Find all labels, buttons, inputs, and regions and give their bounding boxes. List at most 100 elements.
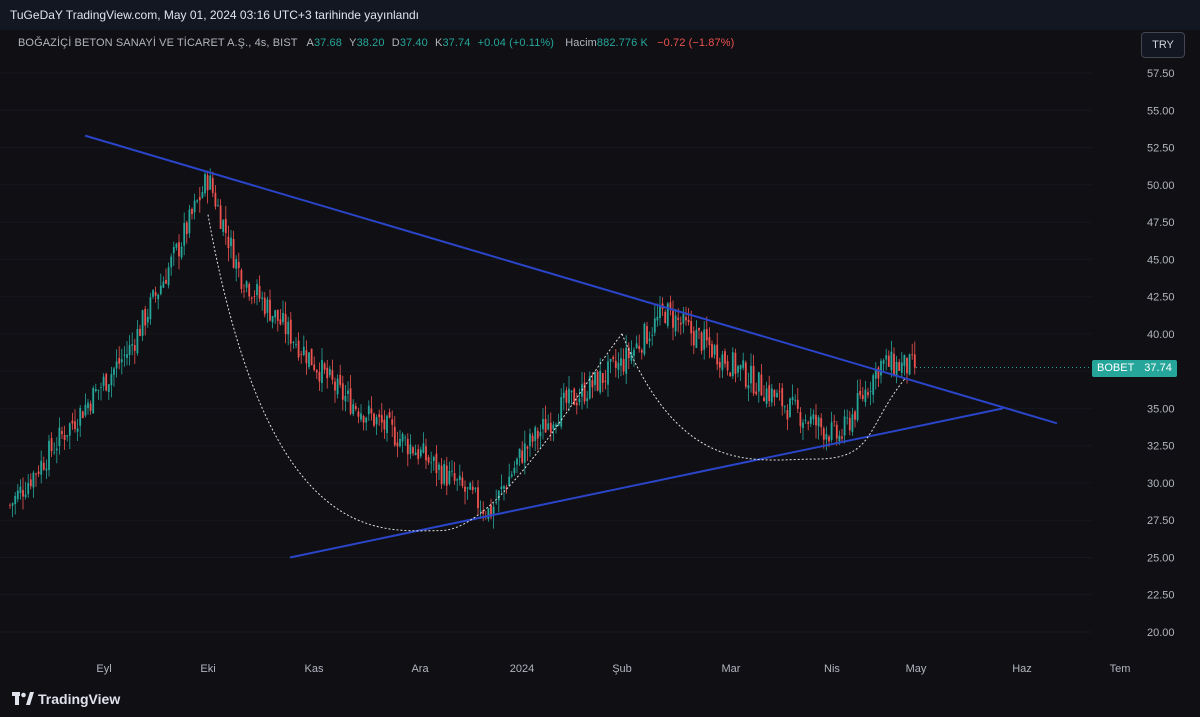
candle-body <box>313 364 316 371</box>
tradingview-logo[interactable]: TradingView <box>12 691 120 707</box>
candle-body <box>344 395 347 402</box>
candle-body <box>295 344 297 346</box>
candle-body <box>539 432 542 437</box>
y-tick-label: 57.50 <box>1147 68 1175 80</box>
candle-body <box>334 381 336 391</box>
candle-body <box>386 415 388 434</box>
candle-body <box>68 423 71 436</box>
candle-body <box>258 285 261 299</box>
candle-body <box>378 414 381 417</box>
candle-body <box>713 345 716 355</box>
footer: TradingView <box>0 683 1200 717</box>
candle-body <box>240 269 243 289</box>
candle-body <box>651 335 654 336</box>
candle-body <box>536 430 539 439</box>
x-tick-label: Tem <box>1110 663 1131 675</box>
candle-body <box>799 412 802 427</box>
candle-body <box>867 392 869 396</box>
candle-body <box>227 236 230 249</box>
candle-body <box>81 411 84 418</box>
candle-body <box>781 388 784 407</box>
candle-body <box>531 435 534 442</box>
candle-body <box>89 403 92 411</box>
candle-body <box>162 281 165 288</box>
candle-body <box>287 321 290 335</box>
candle-body <box>180 246 183 258</box>
y-tick-label: 27.50 <box>1147 515 1175 527</box>
candle-body <box>230 237 232 247</box>
price-chart[interactable]: 57.50 55.00 52.50 50.00 47.50 45.00 42.50 40.00… <box>0 0 1200 683</box>
candle-body <box>765 388 768 404</box>
candle-body <box>414 452 417 456</box>
y-tick-label: 25.00 <box>1147 552 1175 564</box>
candle-body <box>552 424 555 430</box>
candle-body <box>893 353 895 375</box>
candle-body <box>269 299 271 321</box>
candle-body <box>461 477 464 486</box>
candle-body <box>425 446 427 461</box>
candle-body <box>698 328 700 331</box>
candle-body <box>830 422 833 440</box>
candle-body <box>284 313 287 334</box>
candle-body <box>453 473 456 481</box>
candle-body <box>328 368 331 376</box>
candle-body <box>61 431 63 435</box>
x-tick-label: Şub <box>612 663 632 675</box>
candle-body <box>812 414 815 420</box>
candle-body <box>380 415 383 423</box>
candle-body <box>487 508 490 519</box>
candle-body <box>617 362 620 370</box>
candle-body <box>211 178 214 193</box>
candle-body <box>859 390 862 396</box>
symbol-title[interactable]: BOĞAZİÇİ BETON SANAYİ VE TİCARET A.Ş., 4… <box>18 37 297 49</box>
candle-body <box>783 406 786 408</box>
candle-body <box>609 358 612 362</box>
candle-body <box>760 374 763 396</box>
candle-body <box>29 479 32 487</box>
candle-body <box>529 433 531 447</box>
currency-button[interactable]: TRY <box>1141 32 1185 58</box>
candle-body <box>139 328 141 336</box>
low-label: D <box>391 37 400 49</box>
candle-body <box>835 424 838 439</box>
candle-body <box>466 487 469 489</box>
candle-body <box>55 448 58 451</box>
candle-body <box>297 340 300 358</box>
candle-body <box>500 486 503 490</box>
candle-body <box>633 349 635 356</box>
candle-body <box>11 503 14 506</box>
candle-body <box>464 486 466 492</box>
candle-body <box>445 465 448 486</box>
candle-body <box>854 411 856 420</box>
candle-body <box>347 390 349 395</box>
candle-body <box>895 361 898 377</box>
candle-body <box>861 395 864 400</box>
y-tick-label: 30.00 <box>1147 478 1175 490</box>
candle-body <box>451 470 453 472</box>
y-tick-label: 42.50 <box>1147 292 1175 304</box>
candle-body <box>479 510 482 512</box>
candle-body <box>375 417 378 425</box>
candle-body <box>786 410 789 420</box>
candle-body <box>321 359 323 384</box>
candle-body <box>669 302 672 309</box>
candle-body <box>521 450 524 463</box>
candle-body <box>349 388 352 414</box>
close-value: 37.74 <box>442 37 471 49</box>
candle-body <box>575 402 578 406</box>
candle-body <box>510 474 513 477</box>
candle-body <box>742 360 745 368</box>
candle-body <box>24 494 27 497</box>
candle-body <box>570 390 573 393</box>
candle-body <box>79 408 82 426</box>
candle-body <box>752 365 755 394</box>
x-tick-label: Ara <box>411 663 429 675</box>
candle-body <box>679 322 682 325</box>
candle-body <box>778 391 781 393</box>
candle-body <box>664 311 667 324</box>
x-tick-label: Kas <box>305 663 324 675</box>
candle-body <box>393 426 396 446</box>
descending-trendline[interactable] <box>84 134 1058 425</box>
candle-body <box>739 365 742 370</box>
candle-body <box>547 423 550 430</box>
